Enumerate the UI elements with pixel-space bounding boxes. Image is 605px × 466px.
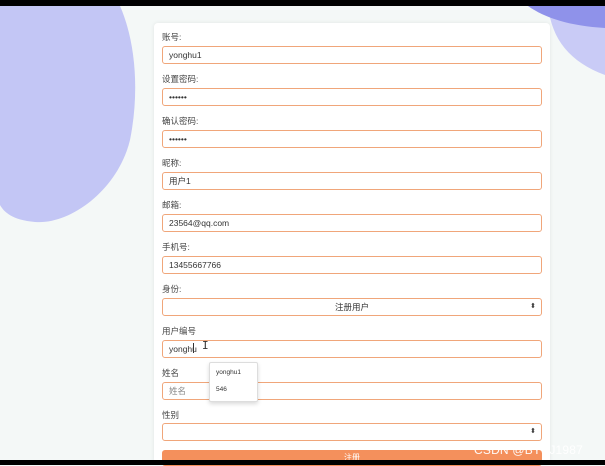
- autocomplete-option[interactable]: 546: [216, 386, 227, 393]
- autocomplete-dropdown: yonghu1 546: [209, 362, 258, 402]
- password-label: 设置密码:: [162, 74, 199, 84]
- name-label: 姓名: [162, 368, 180, 378]
- identity-select[interactable]: 注册用户 ⬍: [162, 298, 542, 316]
- confirm-password-label: 确认密码:: [162, 116, 199, 126]
- email-label: 邮箱:: [162, 200, 182, 210]
- user-number-label: 用户编号: [162, 326, 197, 336]
- select-arrows-icon: ⬍: [530, 428, 536, 435]
- top-edge-bar: [0, 0, 605, 6]
- watermark-text: CSDN @BYSJ1987: [474, 443, 584, 457]
- phone-input[interactable]: 13455667766: [162, 256, 542, 274]
- identity-label: 身份:: [162, 284, 182, 294]
- ibeam-cursor-icon: I: [202, 339, 209, 352]
- phone-label: 手机号:: [162, 242, 190, 252]
- account-input[interactable]: yonghu1: [162, 46, 542, 64]
- password-input[interactable]: ••••••: [162, 88, 542, 106]
- nickname-label: 昵称:: [162, 158, 182, 168]
- select-arrows-icon: ⬍: [530, 303, 536, 310]
- identity-selected-value: 注册用户: [334, 302, 369, 312]
- gender-label: 性别: [162, 410, 180, 420]
- confirm-password-input[interactable]: ••••••: [162, 130, 542, 148]
- gender-select[interactable]: ⬍: [162, 423, 542, 441]
- account-label: 账号:: [162, 32, 182, 42]
- bottom-edge-bar: [0, 460, 605, 465]
- user-number-input[interactable]: yonghu: [162, 340, 542, 358]
- left-blob-shape: [0, 6, 136, 223]
- autocomplete-option[interactable]: yonghu1: [216, 369, 241, 376]
- nickname-input[interactable]: 用户1: [162, 172, 542, 190]
- text-caret: [193, 343, 194, 353]
- email-input[interactable]: 23564@qq.com: [162, 214, 542, 232]
